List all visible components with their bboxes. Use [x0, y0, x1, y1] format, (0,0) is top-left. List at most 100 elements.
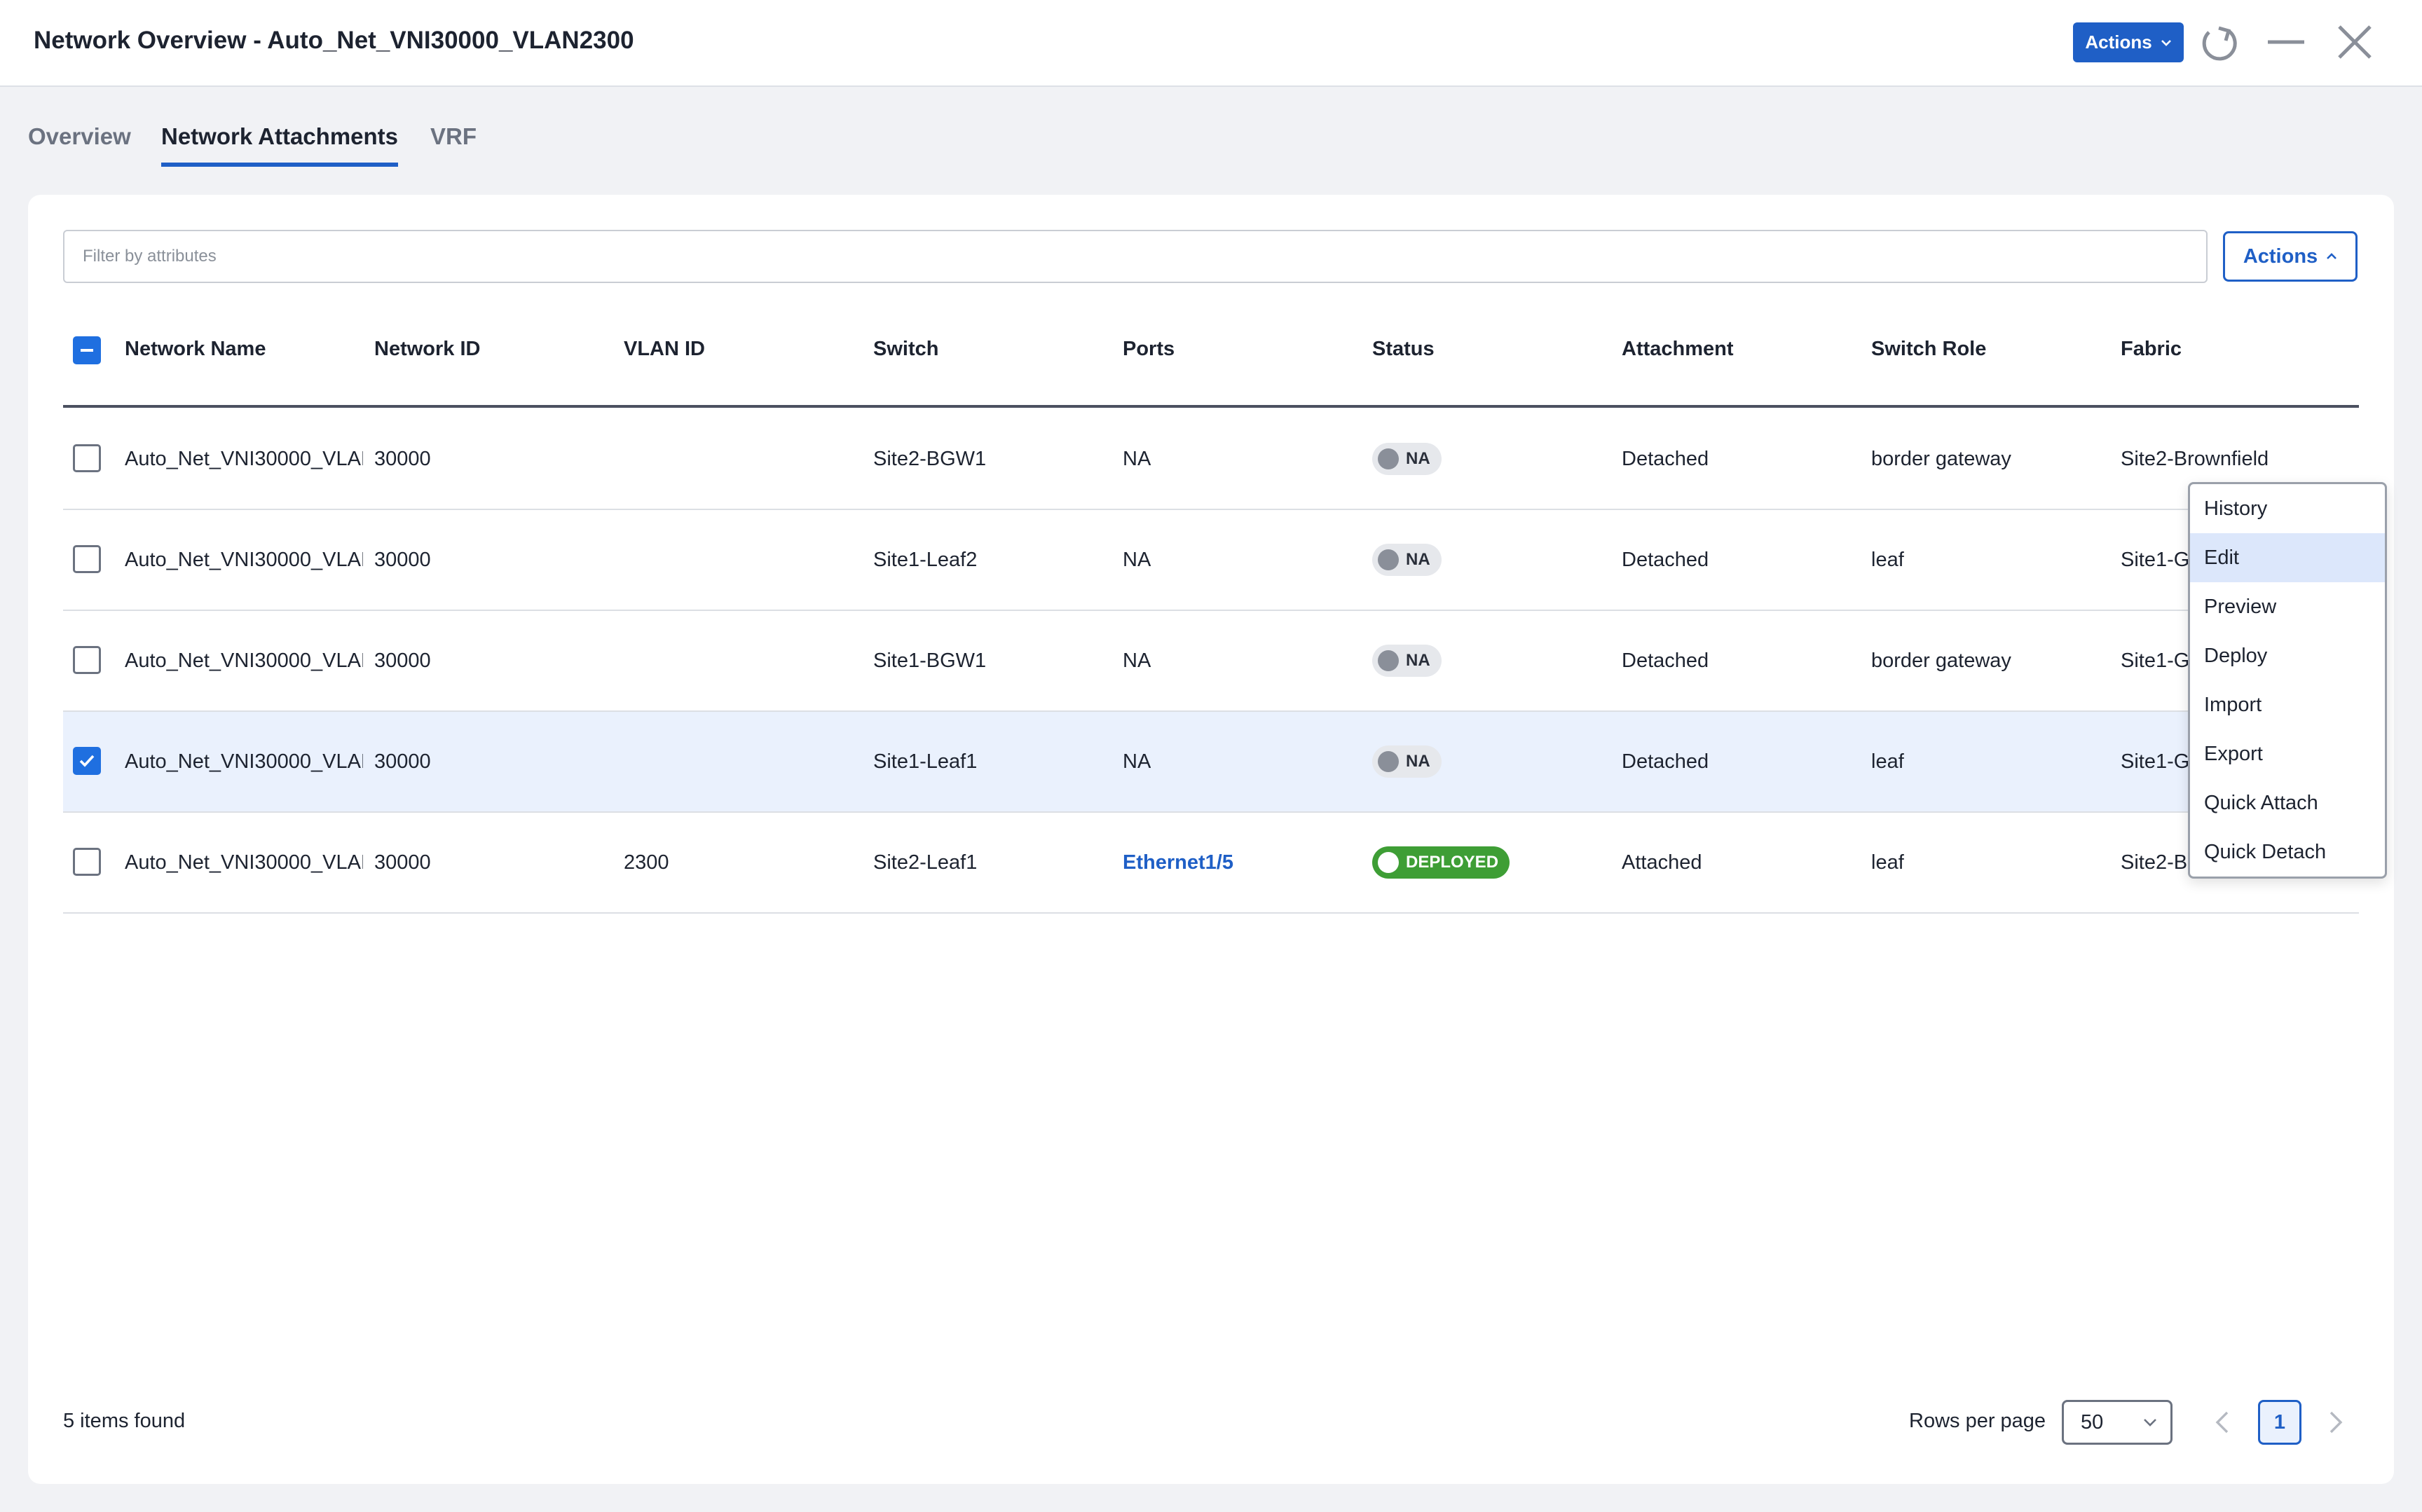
- column-header-switch[interactable]: Switch: [873, 338, 938, 361]
- status-label: DEPLOYED: [1406, 853, 1499, 872]
- status-badge: NA: [1372, 745, 1442, 778]
- minimize-icon[interactable]: [2265, 21, 2307, 63]
- menu-item-edit[interactable]: Edit: [2190, 533, 2385, 582]
- status-dot-icon: [1378, 751, 1399, 772]
- refresh-icon[interactable]: [2198, 21, 2240, 63]
- chevron-up-icon: [2327, 253, 2337, 259]
- table-actions-label: Actions: [2243, 245, 2318, 268]
- menu-item-quick-attach[interactable]: Quick Attach: [2190, 778, 2385, 827]
- table-row[interactable]: Auto_Net_VNI30000_VLAN2300 30000 Site1-L…: [63, 712, 2359, 813]
- status-dot-icon: [1378, 852, 1399, 873]
- tab-overview[interactable]: Overview: [28, 123, 131, 163]
- chevron-right-icon[interactable]: [2321, 1407, 2349, 1438]
- cell-fabric: Site2-Brownfield: [2121, 448, 2269, 470]
- status-badge: NA: [1372, 443, 1442, 475]
- row-checkbox[interactable]: [73, 646, 101, 674]
- column-header-network-name[interactable]: Network Name: [125, 338, 266, 361]
- pagination-current-page[interactable]: 1: [2258, 1400, 2301, 1445]
- status-dot-icon: [1378, 448, 1399, 469]
- attachments-card: Actions Network Name Network ID VLAN ID …: [28, 195, 2394, 1484]
- rows-per-page-select[interactable]: 50: [2062, 1400, 2173, 1445]
- status-label: NA: [1406, 550, 1430, 569]
- filter-input[interactable]: [63, 230, 2208, 283]
- cell-ports: NA: [1123, 750, 1151, 773]
- menu-item-preview[interactable]: Preview: [2190, 582, 2385, 631]
- status-dot-icon: [1378, 650, 1399, 671]
- cell-network-name: Auto_Net_VNI30000_VLAN2300: [125, 851, 363, 874]
- menu-item-export[interactable]: Export: [2190, 729, 2385, 778]
- minus-icon: [81, 349, 93, 352]
- page-title: Network Overview - Auto_Net_VNI30000_VLA…: [34, 27, 634, 54]
- menu-item-history[interactable]: History: [2190, 484, 2385, 533]
- column-header-vlan-id[interactable]: VLAN ID: [624, 338, 705, 361]
- row-checkbox[interactable]: [73, 444, 101, 472]
- header-actions-label: Actions: [2085, 32, 2152, 53]
- cell-switch: Site1-Leaf2: [873, 549, 978, 571]
- ports-link[interactable]: Ethernet1/5: [1123, 851, 1233, 874]
- table-header: Network Name Network ID VLAN ID Switch P…: [63, 293, 2359, 408]
- cell-network-id: 30000: [374, 549, 431, 571]
- modal-header: Network Overview - Auto_Net_VNI30000_VLA…: [0, 0, 2422, 87]
- cell-vlan-id: 2300: [624, 851, 669, 874]
- column-header-fabric[interactable]: Fabric: [2121, 338, 2182, 361]
- cell-attachment: Detached: [1622, 448, 1709, 470]
- tab-vrf[interactable]: VRF: [430, 123, 477, 163]
- cell-switch-role: leaf: [1871, 750, 1904, 773]
- table-row[interactable]: Auto_Net_VNI30000_VLAN2300 30000 Site1-B…: [63, 611, 2359, 712]
- table-row[interactable]: Auto_Net_VNI30000_VLAN2300 30000 Site1-L…: [63, 510, 2359, 611]
- table-row[interactable]: Auto_Net_VNI30000_VLAN2300 30000 Site2-B…: [63, 409, 2359, 510]
- cell-switch: Site2-Leaf1: [873, 851, 978, 874]
- row-checkbox[interactable]: [73, 747, 101, 775]
- cell-switch-role: leaf: [1871, 851, 1904, 874]
- status-badge: DEPLOYED: [1372, 846, 1510, 879]
- status-dot-icon: [1378, 549, 1399, 570]
- column-header-ports[interactable]: Ports: [1123, 338, 1175, 361]
- table-actions-button[interactable]: Actions: [2223, 231, 2358, 282]
- chevron-down-icon: [2161, 39, 2171, 46]
- status-label: NA: [1406, 752, 1430, 771]
- cell-network-name: Auto_Net_VNI30000_VLAN2300: [125, 549, 363, 571]
- cell-switch: Site1-Leaf1: [873, 750, 978, 773]
- actions-dropdown-menu: History Edit Preview Deploy Import Expor…: [2188, 482, 2387, 879]
- cell-network-name: Auto_Net_VNI30000_VLAN2300: [125, 650, 363, 672]
- column-header-attachment[interactable]: Attachment: [1622, 338, 1734, 361]
- status-label: NA: [1406, 449, 1430, 468]
- menu-item-import[interactable]: Import: [2190, 680, 2385, 729]
- column-header-network-id[interactable]: Network ID: [374, 338, 480, 361]
- cell-network-name: Auto_Net_VNI30000_VLAN2300: [125, 750, 363, 773]
- cell-switch: Site1-BGW1: [873, 650, 987, 672]
- chevron-left-icon[interactable]: [2209, 1407, 2237, 1438]
- cell-attachment: Detached: [1622, 650, 1709, 672]
- rows-per-page-label: Rows per page: [1909, 1410, 2046, 1432]
- cell-network-id: 30000: [374, 851, 431, 874]
- column-header-status[interactable]: Status: [1372, 338, 1435, 361]
- cell-ports: NA: [1123, 650, 1151, 672]
- chevron-down-icon: [2144, 1419, 2156, 1427]
- cell-attachment: Detached: [1622, 549, 1709, 571]
- cell-ports: NA: [1123, 549, 1151, 571]
- cell-network-id: 30000: [374, 448, 431, 470]
- table-row[interactable]: Auto_Net_VNI30000_VLAN2300 30000 2300 Si…: [63, 813, 2359, 914]
- cell-switch-role: border gateway: [1871, 650, 2011, 672]
- items-found-count: 5 items found: [63, 1410, 186, 1432]
- status-label: NA: [1406, 651, 1430, 670]
- header-actions-button[interactable]: Actions: [2073, 22, 2184, 62]
- cell-switch-role: border gateway: [1871, 448, 2011, 470]
- check-icon: [79, 755, 95, 767]
- row-checkbox[interactable]: [73, 848, 101, 876]
- cell-attachment: Attached: [1622, 851, 1702, 874]
- column-header-switch-role[interactable]: Switch Role: [1871, 338, 1986, 361]
- row-checkbox[interactable]: [73, 545, 101, 573]
- tab-network-attachments[interactable]: Network Attachments: [161, 123, 399, 167]
- menu-item-quick-detach[interactable]: Quick Detach: [2190, 827, 2385, 877]
- close-icon[interactable]: [2334, 21, 2376, 63]
- cell-network-id: 30000: [374, 750, 431, 773]
- cell-ports: NA: [1123, 448, 1151, 470]
- cell-switch-role: leaf: [1871, 549, 1904, 571]
- cell-network-name: Auto_Net_VNI30000_VLAN2300: [125, 448, 363, 470]
- menu-item-deploy[interactable]: Deploy: [2190, 631, 2385, 680]
- cell-attachment: Detached: [1622, 750, 1709, 773]
- rows-per-page-value: 50: [2081, 1410, 2104, 1434]
- status-badge: NA: [1372, 645, 1442, 677]
- select-all-checkbox[interactable]: [73, 336, 101, 364]
